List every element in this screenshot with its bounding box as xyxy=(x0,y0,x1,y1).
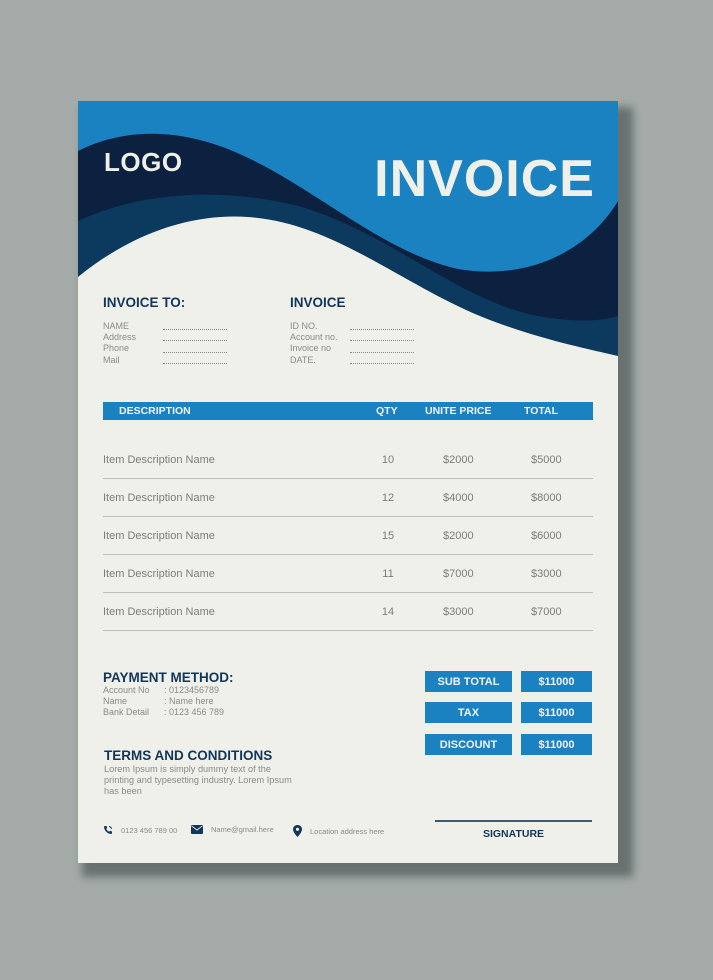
invoice-to-heading: INVOICE TO: xyxy=(103,295,186,310)
cell-unit-price: $2000 xyxy=(443,530,474,542)
tax-label: TAX xyxy=(425,702,512,723)
cell-description: Item Description Name xyxy=(103,492,215,504)
envelope-icon xyxy=(191,825,203,834)
cell-description: Item Description Name xyxy=(103,606,215,618)
map-pin-icon xyxy=(293,825,302,837)
payment-label: Bank Detail xyxy=(103,707,150,717)
field-blank[interactable] xyxy=(350,356,414,364)
field-label: NAME xyxy=(103,321,130,331)
cell-total: $5000 xyxy=(531,454,562,466)
subtotal-value: $11000 xyxy=(521,671,592,692)
cell-unit-price: $4000 xyxy=(443,492,474,504)
table-header: DESCRIPTION QTY UNITE PRICE TOTAL xyxy=(103,402,593,420)
payment-details: Account No : 0123456789 Name : Name here B… xyxy=(103,685,224,718)
terms-text: Lorem Ipsum is simply dummy text of the … xyxy=(104,764,292,796)
invoice-info-heading: INVOICE xyxy=(290,295,346,310)
email-text: Name@gmail.here xyxy=(211,825,274,834)
cell-qty: 12 xyxy=(381,492,395,504)
cell-unit-price: $3000 xyxy=(443,606,474,618)
tax-value: $11000 xyxy=(521,702,592,723)
cell-description: Item Description Name xyxy=(103,530,215,542)
cell-total: $6000 xyxy=(531,530,562,542)
cell-qty: 10 xyxy=(381,454,395,466)
field-account-no[interactable]: Account no. xyxy=(290,332,414,343)
contact-phone: 0123 456 789 00 xyxy=(103,825,177,835)
field-label: Address xyxy=(103,332,137,343)
terms-heading: TERMS AND CONDITIONS xyxy=(104,748,273,763)
cell-unit-price: $7000 xyxy=(443,568,474,580)
field-blank[interactable] xyxy=(163,356,227,364)
field-label: Mail xyxy=(103,354,120,365)
field-blank[interactable] xyxy=(350,333,414,342)
column-header-description: DESCRIPTION xyxy=(119,405,191,417)
logo: LOGO xyxy=(104,147,183,177)
field-blank[interactable] xyxy=(350,345,414,353)
column-header-unit-price: UNITE PRICE xyxy=(425,405,492,417)
invoice-info-fields: ID NO. Account no. Invoice no DATE. xyxy=(290,321,414,366)
field-label: Invoice no xyxy=(290,343,332,354)
payment-label: Account No xyxy=(103,685,150,695)
table-row: Item Description Name 12 $4000 $8000 xyxy=(103,479,593,517)
field-label: Account no. xyxy=(290,332,338,343)
payment-label: Name xyxy=(103,696,128,706)
invoice-title: INVOICE xyxy=(374,150,595,208)
cell-description: Item Description Name xyxy=(103,568,215,580)
table-row: Item Description Name 14 $3000 $7000 xyxy=(103,593,593,631)
payment-value: : 0123456789 xyxy=(164,685,220,695)
field-label: ID NO. xyxy=(290,321,318,331)
cell-qty: 15 xyxy=(381,530,395,542)
field-blank[interactable] xyxy=(163,322,227,331)
column-header-qty: QTY xyxy=(376,405,398,417)
column-header-total: TOTAL xyxy=(524,405,559,417)
cell-qty: 11 xyxy=(382,568,394,580)
table-row: Item Description Name 11 $7000 $3000 xyxy=(103,555,593,593)
table-row: Item Description Name 15 $2000 $6000 xyxy=(103,517,593,555)
cell-qty: 14 xyxy=(381,606,395,618)
field-phone[interactable]: Phone xyxy=(103,343,227,354)
field-address[interactable]: Address xyxy=(103,332,227,343)
cell-unit-price: $2000 xyxy=(443,454,474,466)
discount-value: $11000 xyxy=(521,734,592,755)
cell-total: $3000 xyxy=(531,568,562,580)
field-mail[interactable]: Mail xyxy=(103,355,227,366)
field-label: Phone xyxy=(103,343,130,354)
field-invoice-no[interactable]: Invoice no xyxy=(290,343,414,354)
contact-location: Location address here xyxy=(293,825,384,837)
field-blank[interactable] xyxy=(163,345,227,353)
subtotal-label: SUB TOTAL xyxy=(425,671,512,692)
contact-email[interactable]: Name@gmail.here xyxy=(191,825,274,834)
payment-row-account: Account No : 0123456789 xyxy=(103,685,224,696)
signature-label: SIGNATURE xyxy=(482,828,545,840)
field-blank[interactable] xyxy=(350,322,414,331)
location-text: Location address here xyxy=(310,826,385,836)
cell-description: Item Description Name xyxy=(103,454,215,466)
payment-row-bank: Bank Detail : 0123 456 789 xyxy=(103,707,224,718)
payment-method-heading: PAYMENT METHOD: xyxy=(103,670,234,685)
cell-total: $8000 xyxy=(531,492,562,504)
invoice-to-fields: NAME Address Phone Mail xyxy=(103,321,227,366)
payment-value: : 0123 456 789 xyxy=(164,707,225,717)
phone-text: 0123 456 789 00 xyxy=(121,825,178,835)
signature-line[interactable] xyxy=(435,820,592,822)
table-row: Item Description Name 10 $2000 $5000 xyxy=(103,441,593,479)
payment-value: : Name here xyxy=(164,696,214,706)
field-name[interactable]: NAME xyxy=(103,321,227,332)
field-blank[interactable] xyxy=(163,333,227,342)
field-date[interactable]: DATE. xyxy=(290,355,414,366)
payment-row-name: Name : Name here xyxy=(103,696,224,707)
field-label: DATE. xyxy=(290,354,316,365)
cell-total: $7000 xyxy=(531,606,562,618)
invoice-page: LOGO INVOICE INVOICE TO: NAME Address Ph… xyxy=(78,101,618,863)
discount-label: DISCOUNT xyxy=(425,734,512,755)
field-id-no[interactable]: ID NO. xyxy=(290,321,414,332)
phone-icon xyxy=(104,826,112,834)
